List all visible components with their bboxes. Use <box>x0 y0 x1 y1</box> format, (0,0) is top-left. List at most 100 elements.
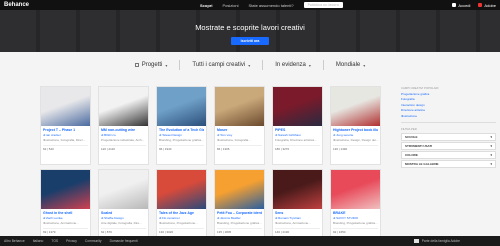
project-card[interactable]: Sens di Romain Trystram Illustrazione, A… <box>272 169 323 246</box>
project-owner[interactable]: di Romain Trystram <box>275 216 320 220</box>
project-thumbnail[interactable] <box>157 87 206 126</box>
project-card[interactable]: PIPES di Naresh Giritthasi Fotografia, D… <box>272 86 323 165</box>
filter-galleries-label: MOSTRA LE GALLERIE <box>405 161 439 166</box>
footer-privacy[interactable]: Privacy <box>66 239 77 243</box>
filter-projects[interactable]: Progetti ▾ <box>134 62 168 68</box>
footer-community[interactable]: Community <box>85 239 102 243</box>
login-label: Accedi <box>458 2 471 8</box>
project-title[interactable]: MM non-cutting wire <box>101 128 146 132</box>
project-card[interactable]: BRAKE di SAVVY STUDIO Branding, Progetta… <box>330 169 381 246</box>
footer-language[interactable]: Italiano <box>33 239 44 243</box>
project-thumbnail[interactable] <box>215 170 264 209</box>
project-title[interactable]: The Evolution of a Tech Giant <box>159 128 204 132</box>
project-card[interactable]: Ghost in the shell di Zach Lemke Illustr… <box>40 169 91 246</box>
adobe-link[interactable]: Adobe <box>478 3 496 8</box>
project-owner[interactable]: di Jung senorie <box>333 133 378 137</box>
project-card[interactable]: Project T – Phase 1 di ian crackel Illus… <box>40 86 91 165</box>
project-fields: Branding, Progettazione grafica... <box>159 138 204 142</box>
project-thumbnail[interactable] <box>41 170 90 209</box>
project-thumbnail[interactable] <box>331 87 380 126</box>
nav-link-scopri[interactable]: Scopri <box>200 3 212 8</box>
login-link[interactable]: Accedi <box>452 3 470 8</box>
chevron-down-icon: ▾ <box>490 152 492 157</box>
project-card[interactable]: Hightower Project book illustration di J… <box>330 86 381 165</box>
nav-right: Accedi Adobe <box>452 0 496 10</box>
footer-more-behance[interactable]: Altro Behance <box>4 239 25 243</box>
project-title[interactable]: Sens <box>275 211 320 215</box>
project-stats: 96 | 1940 <box>159 145 204 151</box>
project-stats: 140 | 2190 <box>275 228 320 234</box>
project-thumbnail[interactable] <box>99 170 148 209</box>
sidebar-link-illustration[interactable]: Illustrazione <box>401 114 496 118</box>
filter-fields-label: Tutti i campi creativi <box>192 62 246 68</box>
project-fields: Branding, Progettazione grafica... <box>217 221 262 225</box>
nav-link-hiring[interactable]: State assumendo talenti? <box>248 3 293 8</box>
project-fields: Illustrazione, Fotografia, Direz... <box>43 138 86 142</box>
project-title[interactable]: Hightower Project book illustration <box>333 128 378 132</box>
project-thumbnail[interactable] <box>215 87 264 126</box>
project-stats: 120 | 2110 <box>101 145 146 151</box>
sidebar-link-graphic-design[interactable]: Progettazione grafica <box>401 92 496 96</box>
project-title[interactable]: Petit Fou – Corporate identity <box>217 211 262 215</box>
hero-title: Mostrate e scoprite lavori creativi <box>195 23 305 32</box>
filter-tools[interactable]: STRUMENTI USATI ▾ <box>401 141 496 150</box>
project-owner[interactable]: di Naresh Giritthasi <box>275 133 320 137</box>
project-title[interactable]: Ghost in the shell <box>43 211 88 215</box>
filter-location[interactable]: Mondiale ▾ <box>336 62 365 68</box>
project-thumbnail[interactable] <box>99 87 148 126</box>
project-card[interactable]: Scaled di Sheffie Design Arte digitale, … <box>98 169 149 246</box>
project-fields: Arte digitale, Fotografia, Dire... <box>101 221 142 225</box>
filter-schools[interactable]: SCUOLE ▾ <box>401 132 496 141</box>
footer-adobe-label: Parte della famiglia Adobe <box>421 239 460 243</box>
nav-link-posizioni[interactable]: Posizioni <box>222 3 238 8</box>
footer: Altro Behance Italiano TOS Privacy Commu… <box>0 236 500 246</box>
project-owner[interactable]: di ian crackel <box>43 133 88 137</box>
hero-banner: Mostrate e scoprite lavori creativi Iscr… <box>0 10 500 52</box>
project-thumbnail[interactable] <box>273 87 322 126</box>
signup-button[interactable]: Iscriviti ora <box>231 37 269 45</box>
project-thumbnail[interactable] <box>331 170 380 209</box>
project-owner[interactable]: di SAVVY STUDIO <box>333 216 378 220</box>
chevron-down-icon: ▾ <box>165 62 168 68</box>
project-title[interactable]: Scaled <box>101 211 146 215</box>
project-card[interactable]: The Evolution of a Tech Giant di Teleset… <box>156 86 207 165</box>
project-owner[interactable]: di Jéréms Meidler <box>217 216 262 220</box>
project-card[interactable]: Tales of the Jazz Age di Flo zenarmer Il… <box>156 169 207 246</box>
project-owner[interactable]: di Sheffie Design <box>101 216 146 220</box>
sidebar-link-art-direction[interactable]: Direzione artistica <box>401 108 496 112</box>
filter-fields[interactable]: Tutti i campi creativi ▾ <box>192 62 250 68</box>
project-owner[interactable]: di BIGD co. <box>101 133 146 137</box>
filter-schools-label: SCUOLE <box>405 134 418 139</box>
sidebar-link-photography[interactable]: Fotografia <box>401 97 496 101</box>
footer-tos[interactable]: TOS <box>51 239 58 243</box>
project-owner[interactable]: di Teleset Design <box>159 133 204 137</box>
project-thumbnail[interactable] <box>41 87 90 126</box>
project-fields: Illustrazione, Fotografia... <box>217 138 251 142</box>
project-owner[interactable]: di Tom vrey <box>217 133 262 137</box>
filter-color[interactable]: COLORE ▾ <box>401 150 496 159</box>
project-card[interactable]: Petit Fou – Corporate identity di Jéréms… <box>214 169 265 246</box>
project-owner[interactable]: di Zach Lemke <box>43 216 88 220</box>
sidebar-link-interaction-design[interactable]: Interaction design <box>401 103 496 107</box>
project-card[interactable]: MM non-cutting wire di BIGD co. Progetta… <box>98 86 149 165</box>
behance-logo[interactable]: Behance <box>4 2 50 8</box>
user-icon <box>452 3 457 7</box>
nav-links: Scopri Posizioni State assumendo talenti… <box>200 0 343 10</box>
project-title[interactable]: BRAKE <box>333 211 378 215</box>
project-thumbnail[interactable] <box>157 170 206 209</box>
project-card[interactable]: Moser di Tom vrey Illustrazione, Fotogra… <box>214 86 265 165</box>
project-title[interactable]: Project T – Phase 1 <box>43 128 88 132</box>
filter-galleries[interactable]: MOSTRA LE GALLERIE ▾ <box>401 159 496 168</box>
project-fields: Progettazione industriale, Arch... <box>101 138 145 142</box>
footer-adobe[interactable]: Parte della famiglia Adobe <box>413 236 460 246</box>
project-thumbnail[interactable] <box>273 170 322 209</box>
project-title[interactable]: Tales of the Jazz Age <box>159 211 204 215</box>
publish-job-button[interactable]: Pubblica un lavoro <box>303 2 343 8</box>
project-title[interactable]: PIPES <box>275 128 320 132</box>
project-title[interactable]: Moser <box>217 128 262 132</box>
project-owner[interactable]: di Flo zenarmer <box>159 216 204 220</box>
project-stats: 130 | 3020 <box>159 228 204 234</box>
sidebar-heading: Campi creativi popolari <box>401 86 439 90</box>
footer-faq[interactable]: Domande frequenti <box>110 239 138 243</box>
filter-featured[interactable]: In evidenza ▾ <box>275 62 311 68</box>
